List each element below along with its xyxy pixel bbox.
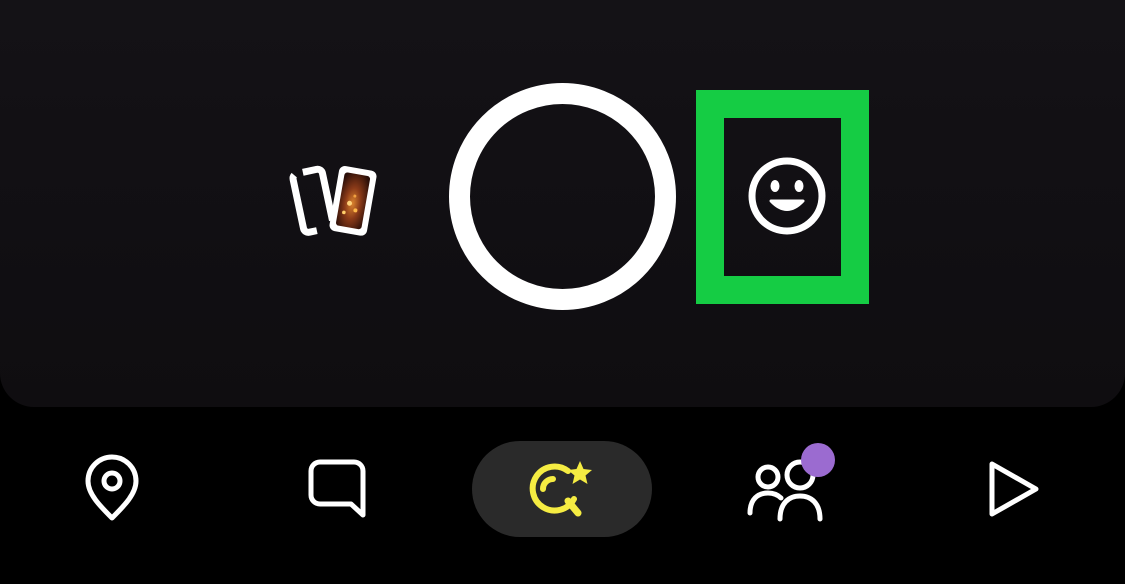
play-triangle-icon [989, 461, 1039, 517]
lens-button[interactable] [745, 154, 829, 238]
bottom-nav-bar [0, 407, 1125, 584]
memories-button[interactable] [284, 158, 386, 244]
camera-viewfinder[interactable] [0, 0, 1125, 407]
shutter-button[interactable] [449, 83, 676, 310]
notification-badge [801, 443, 835, 477]
nav-spotlight-play[interactable] [982, 456, 1042, 522]
nav-map[interactable] [80, 454, 144, 524]
memories-cards-icon [289, 165, 377, 236]
nav-spotlight[interactable] [472, 441, 652, 537]
chat-bubble-icon [308, 459, 366, 518]
spotlight-search-icon [529, 461, 592, 517]
smiley-face-icon [748, 157, 826, 235]
camera-screen [0, 0, 1125, 584]
nav-chat[interactable] [306, 456, 368, 522]
map-pin-icon [85, 454, 139, 521]
